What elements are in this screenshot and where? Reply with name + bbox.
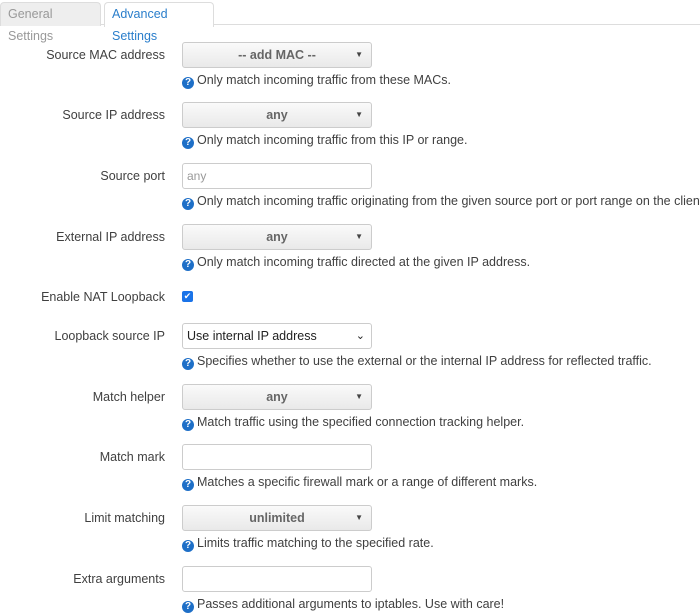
tab-advanced-settings[interactable]: Advanced Settings: [104, 2, 214, 43]
select-value: any: [266, 108, 288, 122]
field-label: Loopback source IP: [54, 329, 166, 343]
question-circle-icon: ?: [182, 419, 194, 431]
help-text-label: Only match incoming traffic from this IP…: [197, 133, 468, 147]
help-text: ? Specifies whether to use the external o…: [182, 354, 652, 370]
help-text-label: Specifies whether to use the external or…: [197, 354, 652, 368]
match-helper-select[interactable]: any ▼: [182, 384, 372, 410]
select-value: -- add MAC --: [238, 48, 316, 62]
match-mark-input[interactable]: [182, 444, 372, 470]
question-circle-icon: ?: [182, 479, 194, 491]
help-text-label: Matches a specific firewall mark or a ra…: [197, 475, 538, 489]
source-port-input[interactable]: [182, 163, 372, 189]
help-text: ? Matches a specific firewall mark or a r…: [182, 475, 537, 491]
field-label: External IP address: [56, 230, 165, 244]
limit-matching-select[interactable]: unlimited ▼: [182, 505, 372, 531]
field-label: Limit matching: [84, 511, 165, 525]
help-text-label: Only match incoming traffic from these M…: [197, 73, 452, 87]
caret-down-icon: ▼: [355, 50, 363, 59]
help-text-label: Only match incoming traffic directed at …: [197, 255, 531, 269]
field-label: Enable NAT Loopback: [41, 290, 165, 304]
help-text-label: Limits traffic matching to the specified…: [197, 536, 434, 550]
question-circle-icon: ?: [182, 259, 194, 271]
caret-down-icon: ▼: [355, 513, 363, 522]
tab-bar: General Settings Advanced Settings: [0, 0, 700, 43]
tab-general-settings[interactable]: General Settings: [0, 2, 101, 43]
nat-loopback-checkbox[interactable]: ✔: [182, 291, 193, 302]
caret-down-icon: ▼: [355, 232, 363, 241]
source-ip-select[interactable]: any ▼: [182, 102, 372, 128]
caret-down-icon: ▼: [355, 110, 363, 119]
help-text-label: Match traffic using the specified connec…: [197, 415, 525, 429]
select-value: Use internal IP address: [187, 329, 317, 343]
question-circle-icon: ?: [182, 358, 194, 370]
help-text-label: Only match incoming traffic originating …: [197, 194, 700, 208]
help-text-label: Passes additional arguments to iptables.…: [197, 597, 505, 611]
extra-arguments-input[interactable]: [182, 566, 372, 592]
question-circle-icon: ?: [182, 601, 194, 613]
help-text: ? Only match incoming traffic directed at…: [182, 255, 530, 271]
help-text: ? Only match incoming traffic from this I…: [182, 133, 467, 149]
field-label: Source port: [100, 169, 165, 183]
field-label: Source IP address: [62, 108, 165, 122]
help-text: ? Match traffic using the specified conne…: [182, 415, 524, 431]
external-ip-select[interactable]: any ▼: [182, 224, 372, 250]
field-label: Source MAC address: [46, 48, 165, 62]
question-circle-icon: ?: [182, 137, 194, 149]
question-circle-icon: ?: [182, 540, 194, 552]
question-circle-icon: ?: [182, 198, 194, 210]
source-mac-select[interactable]: -- add MAC -- ▼: [182, 42, 372, 68]
chevron-down-icon: ⌄: [355, 330, 365, 342]
help-text: ? Limits traffic matching to the specifie…: [182, 536, 434, 552]
select-value: any: [266, 390, 288, 404]
help-text: ? Only match incoming traffic from these …: [182, 73, 451, 89]
checkmark-icon: ✔: [183, 291, 192, 301]
field-label: Extra arguments: [73, 572, 165, 586]
help-text: ? Passes additional arguments to iptables…: [182, 597, 504, 613]
select-value: unlimited: [249, 511, 305, 525]
loopback-source-select[interactable]: Use internal IP address ⌄: [182, 323, 372, 349]
select-value: any: [266, 230, 288, 244]
field-label: Match helper: [92, 390, 165, 404]
help-text: ? Only match incoming traffic originating…: [182, 194, 700, 210]
caret-down-icon: ▼: [355, 392, 363, 401]
field-label: Match mark: [99, 450, 165, 464]
question-circle-icon: ?: [182, 77, 194, 89]
